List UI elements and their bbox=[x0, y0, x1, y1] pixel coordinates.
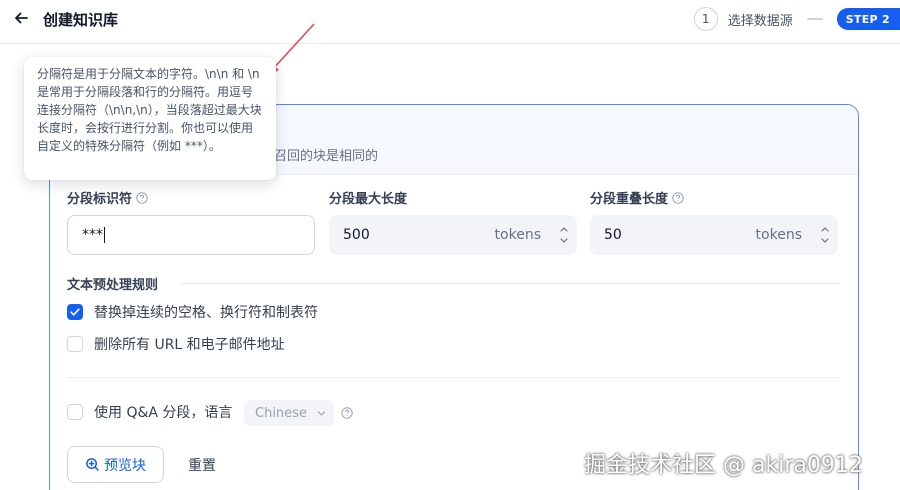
overlap-label-text: 分段重叠长度 bbox=[590, 192, 669, 207]
separator-label-text: 分段标识符 bbox=[67, 192, 133, 207]
step1-number: 1 bbox=[693, 7, 718, 31]
language-select[interactable]: Chinese bbox=[244, 400, 334, 426]
max-length-label-text: 分段最大长度 bbox=[329, 192, 408, 207]
remove-urls-label[interactable]: 删除所有 URL 和电子邮件地址 bbox=[94, 334, 285, 354]
overlap-input[interactable]: 50 tokens bbox=[590, 215, 838, 255]
overlap-value: 50 bbox=[604, 227, 622, 243]
preview-button-label: 预览块 bbox=[104, 457, 146, 474]
separator-value: *** bbox=[82, 227, 103, 243]
zoom-in-icon bbox=[86, 458, 99, 471]
top-header: 创建知识库 1 选择数据源 STEP 2 bbox=[0, 0, 900, 44]
card-description: 召回的块是相同的 bbox=[274, 149, 379, 164]
chevron-down-icon bbox=[317, 411, 326, 416]
page-title: 创建知识库 bbox=[43, 11, 119, 29]
question-circle-icon[interactable] bbox=[672, 191, 684, 204]
overlap-unit: tokens bbox=[755, 227, 802, 243]
step2-badge: STEP 2 bbox=[836, 8, 900, 30]
watermark: 掘金技术社区 @ akira0912 bbox=[584, 453, 863, 478]
max-length-unit: tokens bbox=[494, 227, 541, 243]
language-value: Chinese bbox=[255, 405, 307, 421]
rules-section-divider bbox=[180, 283, 840, 284]
arrow-left-icon[interactable] bbox=[12, 9, 30, 27]
text-caret bbox=[104, 227, 105, 243]
separator-input[interactable]: *** bbox=[67, 215, 315, 255]
overlap-label: 分段重叠长度 bbox=[590, 188, 684, 207]
step-indicator: 1 选择数据源 STEP 2 bbox=[693, 7, 900, 31]
max-length-input[interactable]: 500 tokens bbox=[329, 215, 577, 255]
replace-spaces-checkbox[interactable] bbox=[67, 304, 83, 320]
max-length-value: 500 bbox=[343, 227, 370, 243]
section-divider bbox=[67, 377, 840, 378]
step-separator bbox=[806, 18, 823, 20]
separator-tooltip: 分隔符是用于分隔文本的字符。\n\n 和 \n 是常用于分隔段落和行的分隔符。用… bbox=[24, 57, 276, 180]
reset-button[interactable]: 重置 bbox=[188, 455, 216, 475]
check-icon bbox=[70, 308, 80, 316]
step1-label[interactable]: 选择数据源 bbox=[728, 10, 793, 29]
rules-section-title: 文本预处理规则 bbox=[67, 278, 159, 293]
preview-button[interactable]: 预览块 bbox=[67, 446, 164, 483]
replace-spaces-label[interactable]: 替换掉连续的空格、换行符和制表符 bbox=[94, 302, 318, 322]
remove-urls-checkbox[interactable] bbox=[67, 336, 83, 352]
question-circle-icon[interactable] bbox=[341, 407, 353, 419]
chevron-up-down-icon[interactable] bbox=[820, 224, 830, 246]
max-length-label: 分段最大长度 bbox=[329, 188, 407, 207]
qa-label[interactable]: 使用 Q&A 分段，语言 bbox=[94, 402, 232, 422]
separator-label: 分段标识符 bbox=[67, 188, 148, 207]
chevron-up-down-icon[interactable] bbox=[559, 224, 569, 246]
qa-checkbox[interactable] bbox=[67, 404, 83, 420]
question-circle-icon[interactable] bbox=[136, 191, 148, 204]
